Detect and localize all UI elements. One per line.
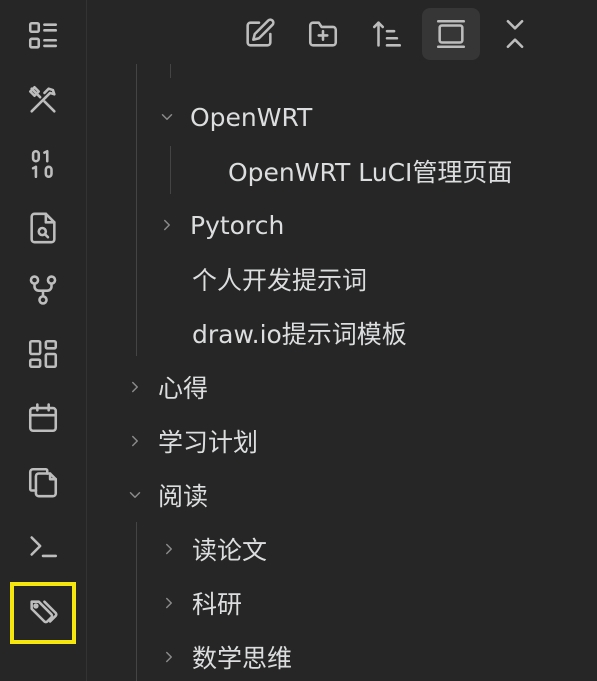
- close-button[interactable]: [486, 8, 544, 60]
- tree-folder-papers[interactable]: 读论文: [158, 526, 267, 572]
- tree-item-label: Pytorch: [190, 210, 285, 240]
- chevron-right-icon: [158, 538, 180, 560]
- file-search-icon: [30, 212, 56, 244]
- tree-folder-math-thinking[interactable]: 数学思维: [158, 634, 292, 680]
- tree-guide-line: [170, 146, 171, 194]
- tree-item-label: 读论文: [192, 536, 268, 565]
- terminal-button[interactable]: [12, 518, 74, 574]
- graph-button[interactable]: [12, 262, 74, 318]
- tree-folder-reading[interactable]: 阅读: [124, 472, 208, 518]
- chevron-right-icon: [124, 376, 146, 398]
- tree-folder-research[interactable]: 科研: [158, 580, 242, 626]
- tree-item-label: 学习计划: [158, 428, 259, 457]
- tree-item-label: draw.io提示词模板: [192, 320, 407, 349]
- grid-button[interactable]: [12, 326, 74, 382]
- tags-button[interactable]: [10, 582, 76, 644]
- tree-item-label: 心得: [158, 374, 209, 403]
- tree-item-label: 个人开发提示词: [192, 266, 368, 295]
- file-tree: OpenWRT OpenWRT LuCI管理页面 Pytorch 个人开发提示词…: [86, 64, 597, 681]
- calendar-button[interactable]: [12, 390, 74, 446]
- chevron-right-icon: [156, 214, 178, 236]
- tree-guide-line: [136, 522, 137, 681]
- layout-grid-icon: [28, 339, 58, 369]
- tree-file-dev-prompts[interactable]: 个人开发提示词: [192, 256, 367, 302]
- close-icon: [506, 19, 524, 49]
- tree-item-label: 阅读: [158, 482, 209, 511]
- new-note-button[interactable]: [230, 8, 288, 60]
- file-explorer-app: OpenWRT OpenWRT LuCI管理页面 Pytorch 个人开发提示词…: [0, 0, 597, 681]
- outline-button[interactable]: [12, 8, 74, 64]
- tree-file-openwrt-luci[interactable]: OpenWRT LuCI管理页面: [228, 148, 512, 194]
- tree-folder-pytorch[interactable]: Pytorch: [156, 202, 284, 248]
- tree-item-label: 科研: [192, 590, 243, 619]
- collapse-all-icon: [436, 19, 466, 49]
- chevron-right-icon: [158, 646, 180, 668]
- tags-icon: [30, 600, 58, 624]
- tree-folder-insights[interactable]: 心得: [124, 364, 208, 410]
- binary-button[interactable]: [12, 136, 74, 192]
- tree-guide-line: [136, 64, 137, 356]
- tree-file-drawio-prompts[interactable]: draw.io提示词模板: [192, 310, 407, 356]
- git-fork-icon: [29, 275, 57, 305]
- left-ribbon: [0, 0, 87, 681]
- binary-icon: [31, 149, 53, 179]
- sort-icon: [372, 21, 402, 47]
- search-file-button[interactable]: [12, 200, 74, 256]
- new-note-icon: [246, 18, 275, 47]
- tools-icon: [28, 85, 56, 113]
- collapse-all-button[interactable]: [422, 8, 480, 60]
- new-folder-icon: [308, 21, 338, 47]
- explorer-toolbar: [230, 8, 544, 64]
- chevron-down-icon: [124, 484, 146, 506]
- copy-icon: [28, 467, 58, 498]
- chevron-right-icon: [158, 592, 180, 614]
- new-folder-button[interactable]: [294, 8, 352, 60]
- tree-item-label: OpenWRT: [190, 102, 313, 132]
- tree-folder-openwrt[interactable]: OpenWRT: [156, 94, 312, 140]
- tools-button[interactable]: [12, 72, 74, 128]
- chevron-right-icon: [124, 430, 146, 452]
- list-icon: [28, 21, 58, 49]
- tree-folder-study-plan[interactable]: 学习计划: [124, 418, 258, 464]
- calendar-icon: [28, 403, 58, 433]
- copy-button[interactable]: [12, 454, 74, 510]
- sort-button[interactable]: [358, 8, 416, 60]
- tree-item-label: OpenWRT LuCI管理页面: [228, 158, 513, 187]
- terminal-icon: [30, 536, 58, 558]
- tree-guide-line: [170, 64, 171, 78]
- tree-item-label: 数学思维: [192, 644, 293, 673]
- chevron-down-icon: [156, 106, 178, 128]
